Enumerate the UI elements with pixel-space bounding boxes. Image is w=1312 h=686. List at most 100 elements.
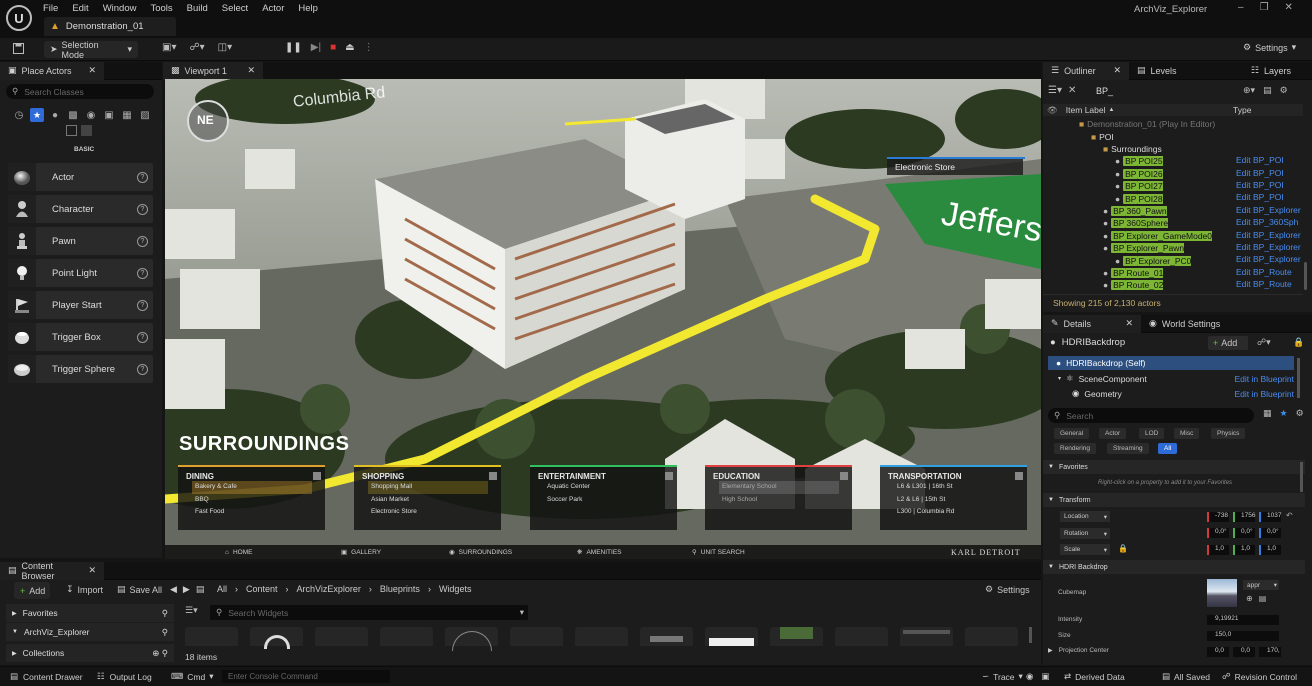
help-icon[interactable]: ? [137,267,148,279]
asset-thumbnail[interactable] [250,627,303,649]
lock-icon[interactable]: 🔒 [1293,337,1304,348]
maximize-icon[interactable]: ❐ [1260,2,1269,13]
cinematics-icon[interactable]: ◫▾ [218,42,232,53]
visibility-icon[interactable]: 👁 [1047,105,1058,116]
tab-details[interactable]: ✎ Details ✕ [1043,314,1141,333]
asset-thumbnail[interactable] [900,627,953,646]
search-classes-input[interactable]: ⚲ Search Classes [6,84,154,99]
tab-outliner[interactable]: ☰ Outliner ✕ [1043,61,1129,80]
poi-label-electronic-store[interactable]: Electronic Store [887,159,1023,175]
rotation-x[interactable]: 0,0° [1207,528,1229,538]
all-saved-button[interactable]: ▤ All Saved [1162,671,1210,682]
component-self[interactable]: ● HDRIBackdrop (Self) [1048,356,1294,370]
filter-all[interactable]: All [1158,443,1178,454]
more-options-icon[interactable]: ⋮ [364,42,374,53]
content-drawer-button[interactable]: ▤ Content Drawer [10,671,83,682]
menu-actor[interactable]: Actor [262,3,284,14]
filter-streaming[interactable]: Streaming [1107,443,1149,454]
scale-y[interactable]: 1,0 [1233,545,1255,555]
close-icon[interactable]: ✕ [88,565,96,576]
edit-in-blueprint-link[interactable]: Edit in Blueprint [1234,374,1294,384]
cb-favorites[interactable]: ▶ Favorites ⚲ [6,604,174,622]
search-icon[interactable]: ⚲ [162,627,168,638]
lock-icon[interactable]: 🔒 [1118,544,1128,553]
intensity-field[interactable]: 9,19921 [1207,615,1279,625]
gear-icon[interactable]: ⚙ [1280,85,1288,96]
cb-settings-button[interactable]: ⚙ Settings [985,584,1030,595]
actor-item-point-light[interactable]: Point Light ? [8,259,153,287]
details-search-input[interactable]: ⚲ Search [1048,408,1254,423]
grid-view-icon[interactable]: ▦ [1263,408,1272,419]
actor-item-trigger-box[interactable]: Trigger Box ? [8,323,153,351]
menu-select[interactable]: Select [222,3,248,14]
menu-window[interactable]: Window [103,3,137,14]
poi-card-entertainment[interactable]: ENTERTAINMENT Aquatic Center Soccer Park [530,465,677,530]
scale-z[interactable]: 1,0 [1259,545,1281,555]
close-icon[interactable]: ✕ [1285,2,1293,13]
poi-item[interactable]: L2 & L6 | 15th St [894,494,1014,507]
size-field[interactable]: 150,0 [1207,631,1279,641]
visual-effects-icon[interactable]: ◉ [84,108,98,122]
tab-place-actors[interactable]: ▣ Place Actors ✕ [0,61,104,80]
help-icon[interactable]: ? [137,299,148,311]
forward-icon[interactable]: ▶ [183,584,190,595]
search-icon[interactable]: ⚲ [162,608,168,619]
poi-item[interactable]: Bakery & Cafe [192,481,312,494]
rotation-dropdown[interactable]: Rotation ▾ [1060,528,1110,539]
nav-surroundings[interactable]: ◉ SURROUNDINGS [449,548,512,557]
poi-item[interactable]: L6 & L301 | 16th St [894,481,1014,494]
scale-x[interactable]: 1,0 [1207,545,1229,555]
asset-thumbnail[interactable] [185,627,238,646]
nav-gallery[interactable]: ▣ GALLERY [341,548,381,557]
asset-thumbnail[interactable] [445,627,498,651]
clear-search-icon[interactable]: ✕ [1068,85,1076,96]
favorite-star-icon[interactable]: ★ [1280,408,1288,419]
poi-card-dining[interactable]: DINING Bakery & Cafe BBQ Fast Food [178,465,325,530]
tab-levels[interactable]: ▤ Levels [1129,62,1219,80]
add-collection-icon[interactable]: ⊕ ⚲ [152,648,168,659]
actor-item-actor[interactable]: Actor ? [8,163,153,191]
asset-thumbnail[interactable] [510,627,563,646]
minimize-icon[interactable]: – [1238,2,1244,13]
toggle-icon[interactable] [489,472,497,480]
section-transform[interactable]: ▼ Transform [1043,493,1305,507]
breadcrumb-widgets[interactable]: Widgets [439,584,472,594]
outliner-row[interactable]: ■ Demonstration_01 (Play In Editor) [1043,118,1303,130]
help-icon[interactable]: ? [137,363,148,375]
components-scrollbar[interactable] [1297,358,1300,398]
actor-item-trigger-sphere[interactable]: Trigger Sphere ? [8,355,153,383]
add-button[interactable]: + Add [14,582,50,599]
outliner-row[interactable]: ● BP POI25 [1043,155,1303,167]
geometry-icon[interactable]: ▣ [102,108,116,122]
camera-icon[interactable]: ▣ [1041,671,1049,682]
outliner-row[interactable]: ● BP 360_Pawn [1043,205,1303,217]
outliner-row[interactable]: ● BP POI26 [1043,168,1303,180]
settings-button[interactable]: ⚙ Settings ▾ [1243,42,1296,53]
filter-misc[interactable]: Misc [1174,428,1200,439]
actor-item-character[interactable]: Character ? [8,195,153,223]
save-all-button[interactable]: ▤ Save All [117,584,162,595]
cb-archviz-explorer[interactable]: ▼ ArchViz_Explorer ⚲ [6,623,174,641]
poi-item[interactable]: Elementary School [719,481,839,494]
details-scrollbar[interactable] [1300,462,1303,492]
breadcrumb-blueprints[interactable]: Blueprints [380,584,420,594]
tab-viewport-1[interactable]: ▩ Viewport 1 ✕ [163,61,263,80]
save-icon[interactable] [11,41,25,55]
poi-item[interactable]: Aquatic Center [544,481,664,494]
outliner-scrollbar[interactable] [1304,262,1307,290]
asset-thumbnail[interactable] [835,627,888,646]
component-scene[interactable]: ▾ ⚛ SceneComponent Edit in Blueprint [1058,372,1294,385]
menu-tools[interactable]: Tools [150,3,172,14]
all-classes-icon[interactable]: ▨ [138,108,152,122]
rotation-z[interactable]: 0,0° [1259,528,1281,538]
breadcrumb-content[interactable]: Content [246,584,278,594]
poi-item[interactable]: Asian Market [368,494,488,507]
document-tab[interactable]: ▲ Demonstration_01 [44,17,176,36]
import-button[interactable]: ↧ Import [66,584,103,595]
filter-lod[interactable]: LOD [1139,428,1165,439]
back-icon[interactable]: ◀ [170,584,177,595]
pause-icon[interactable]: ❚❚ [285,42,302,53]
unreal-logo-icon[interactable]: U [6,5,32,31]
item-label-column[interactable]: Item Label [1066,105,1106,115]
projection-z[interactable]: 170, [1259,647,1281,657]
